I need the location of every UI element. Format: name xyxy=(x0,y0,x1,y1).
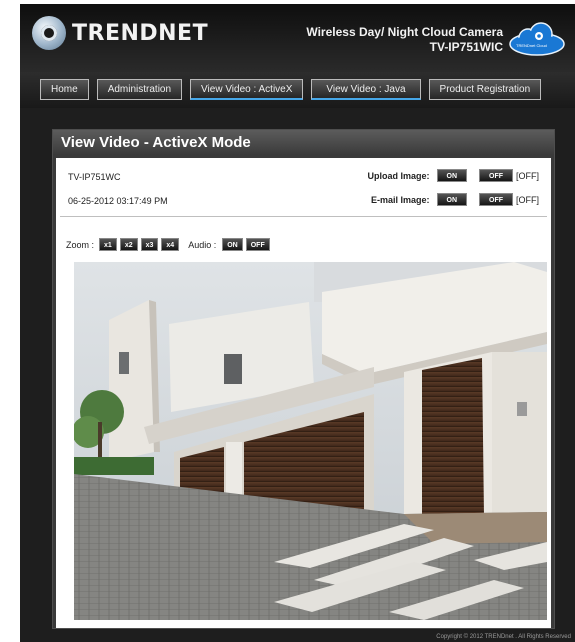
divider xyxy=(60,216,547,217)
upload-state: [OFF] xyxy=(516,170,539,181)
email-image-label: E-mail Image: xyxy=(370,194,430,205)
zoom-x1-button[interactable]: x1 xyxy=(99,238,117,251)
upload-image-control: Upload Image: ON OFF [OFF] xyxy=(367,169,539,182)
page-title: View Video - ActiveX Mode xyxy=(53,130,554,155)
main-nav: Home Administration View Video : ActiveX… xyxy=(20,72,575,108)
cloud-badge-text: TRENDnet Cloud xyxy=(516,43,547,48)
nav-view-video-activex[interactable]: View Video : ActiveX xyxy=(190,79,304,100)
video-panel-body: TV-IP751WC 06-25-2012 03:17:49 PM Upload… xyxy=(56,158,551,628)
product-title: Wireless Day/ Night Cloud Camera TV-IP75… xyxy=(306,25,503,55)
logo-text: TRENDNET xyxy=(72,20,209,46)
email-off-button[interactable]: OFF xyxy=(479,193,513,206)
live-video-feed[interactable] xyxy=(74,262,547,620)
zoom-x4-button[interactable]: x4 xyxy=(161,238,180,251)
upload-on-button[interactable]: ON xyxy=(436,169,467,182)
camera-datetime: 06-25-2012 03:17:49 PM xyxy=(68,196,168,206)
trendnet-logo: TRENDNET xyxy=(32,16,208,50)
header: TRENDNET Wireless Day/ Night Cloud Camer… xyxy=(20,4,575,72)
zoom-x2-button[interactable]: x2 xyxy=(119,238,138,251)
product-model: TV-IP751WIC xyxy=(429,40,503,54)
audio-label: Audio : xyxy=(188,239,217,250)
audio-on-button[interactable]: ON xyxy=(222,238,243,251)
nav-product-registration[interactable]: Product Registration xyxy=(428,79,542,100)
email-state: [OFF] xyxy=(516,194,539,205)
zoom-label: Zoom : xyxy=(66,239,95,250)
zoom-audio-controls: Zoom : x1 x2 x3 x4 Audio : ON OFF xyxy=(66,238,270,251)
view-video-panel: View Video - ActiveX Mode TV-IP751WC 06-… xyxy=(52,129,555,629)
nav-home[interactable]: Home xyxy=(40,79,89,100)
camera-web-ui: TRENDNET Wireless Day/ Night Cloud Camer… xyxy=(20,4,575,642)
cloud-logo-icon: TRENDnet Cloud xyxy=(508,22,566,56)
email-on-button[interactable]: ON xyxy=(436,193,467,206)
product-line: Wireless Day/ Night Cloud Camera xyxy=(306,25,503,39)
audio-off-button[interactable]: OFF xyxy=(245,238,270,251)
copyright-footer: Copyright © 2012 TRENDnet . All Rights R… xyxy=(436,634,571,640)
upload-image-label: Upload Image: xyxy=(367,170,430,181)
email-image-control: E-mail Image: ON OFF [OFF] xyxy=(371,193,539,206)
nav-view-video-java[interactable]: View Video : Java xyxy=(311,79,421,100)
trendnet-logo-icon xyxy=(32,16,66,50)
upload-off-button[interactable]: OFF xyxy=(479,169,513,182)
camera-name: TV-IP751WC xyxy=(68,172,121,182)
nav-administration[interactable]: Administration xyxy=(96,79,183,100)
zoom-x3-button[interactable]: x3 xyxy=(140,238,159,251)
